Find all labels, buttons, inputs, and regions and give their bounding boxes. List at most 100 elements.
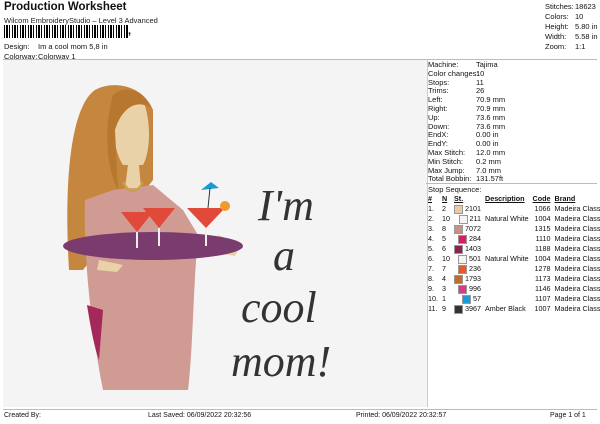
height-value: 5.80 in xyxy=(575,22,598,31)
color-swatch xyxy=(462,294,471,304)
color-swatch xyxy=(454,224,463,234)
stitch-count: 501 xyxy=(469,254,481,263)
stitch-count: 2101 xyxy=(465,204,481,213)
thread-brand: Madeira Classic 40 xyxy=(554,284,600,293)
stop-num: 11. xyxy=(428,304,438,313)
thread-description: Amber Black xyxy=(485,304,526,313)
col-description: Description xyxy=(485,194,525,203)
thread-code: 1110 xyxy=(535,234,551,243)
thread-code: 1188 xyxy=(535,244,551,253)
stop-num: 7. xyxy=(428,264,434,273)
col-num: # xyxy=(428,194,432,203)
needle-num: 7 xyxy=(442,264,446,273)
color-swatch xyxy=(458,254,467,264)
stitch-cell: 1403 xyxy=(452,244,483,254)
machine-info-label: Stops: xyxy=(428,77,450,87)
thread-description: Natural White xyxy=(485,214,529,223)
stop-num: 8. xyxy=(428,274,434,283)
machine-info-value: 12.0 mm xyxy=(476,148,506,157)
stop-num: 9. xyxy=(428,284,434,293)
stitch-cell: 236 xyxy=(452,264,483,274)
slogan-line-2: a xyxy=(273,231,295,280)
needle-num: 2 xyxy=(442,204,446,213)
thread-description xyxy=(483,244,531,254)
color-swatch xyxy=(454,244,463,254)
col-st: St. xyxy=(454,194,464,203)
machine-info-label: Right: xyxy=(428,104,448,113)
machine-info-label: Min Stitch: xyxy=(428,156,464,166)
machine-info-value: 26 xyxy=(476,86,485,96)
thread-code: 1173 xyxy=(535,274,551,283)
printed-date: Printed: 06/09/2022 20:32:57 xyxy=(356,412,447,419)
thread-description xyxy=(483,274,531,284)
stitch-count: 284 xyxy=(469,234,481,243)
stop-num: 4. xyxy=(428,234,434,243)
thread-brand: Madeira Classic 40 xyxy=(554,244,600,253)
machine-info-value: 11 xyxy=(476,77,484,87)
stitch-cell: 996 xyxy=(452,284,483,294)
machine-info-value: 10 xyxy=(476,68,485,78)
table-row: 10. 1 57 1107Madeira Classic 40 xyxy=(426,294,600,304)
thread-code: 1315 xyxy=(534,224,551,233)
table-row: 2. 10 211 Natural White 1004Madeira Classic … xyxy=(426,214,600,224)
col-code: Code xyxy=(532,194,551,203)
stop-num: 6. xyxy=(428,254,434,263)
stitch-cell: 7072 xyxy=(452,224,483,234)
col-n: N xyxy=(442,194,448,203)
stitch-count: 211 xyxy=(469,214,481,223)
thread-brand: Madeira Classic 40 xyxy=(554,234,600,243)
needle-num: 3 xyxy=(442,284,446,293)
color-swatch xyxy=(458,214,468,224)
thread-brand: Madeira Classic 40 xyxy=(554,214,600,223)
slogan-line-1: I'm xyxy=(257,181,314,230)
thread-brand: Madeira Classic 40 xyxy=(554,294,600,303)
table-row: 4. 5 284 1110Madeira Classic 40 xyxy=(426,234,600,244)
col-brand: Brand xyxy=(554,194,576,203)
footer-divider xyxy=(3,409,597,410)
stitch-cell: 3967 xyxy=(452,304,483,314)
machine-info-value: 7.0 mm xyxy=(476,165,502,175)
thread-code: 1146 xyxy=(535,284,551,293)
stitch-count: 236 xyxy=(469,264,481,273)
machine-info-value: 73.6 mm xyxy=(476,121,506,131)
stitch-count: 1403 xyxy=(465,244,481,253)
needle-num: 5 xyxy=(442,234,446,243)
stitch-count: 57 xyxy=(473,294,481,303)
machine-info-label: Up: xyxy=(428,112,440,122)
thread-brand: Madeira Classic 40 xyxy=(554,204,600,213)
stitch-cell: 1793 xyxy=(452,274,483,284)
width-label: Width: xyxy=(545,32,567,41)
table-row: 3. 8 7072 1315Madeira Classic 40 xyxy=(426,224,600,234)
machine-info-value: 73.6 mm xyxy=(476,112,506,122)
table-row: 8. 4 1793 1173Madeira Classic 40 xyxy=(426,274,600,284)
needle-num: 6 xyxy=(442,244,446,253)
stop-sequence-table: # N St. Description Code Brand 1. 2 2101 10… xyxy=(426,194,600,314)
stitch-count: 3967 xyxy=(465,304,481,313)
needle-num: 4 xyxy=(442,274,446,283)
stop-num: 3. xyxy=(428,224,434,233)
thread-code: 1066 xyxy=(534,204,551,213)
machine-info-value: 0.2 mm xyxy=(476,156,502,166)
color-swatch xyxy=(458,264,467,274)
stitch-count: 996 xyxy=(469,284,481,293)
thread-brand: Madeira Classic 40 xyxy=(554,274,600,283)
table-row: 11. 9 3967 Amber Black 1007Madeira Classic 4… xyxy=(426,304,600,314)
stitch-cell: 211 xyxy=(452,214,483,224)
colors-value: 10 xyxy=(575,12,584,21)
thread-brand: Madeira Classic 40 xyxy=(554,224,600,233)
machine-info-label: EndX: xyxy=(428,130,449,140)
machine-info-value: Tajima xyxy=(476,60,498,69)
needle-num: 8 xyxy=(442,224,446,233)
machine-info-value: 70.9 mm xyxy=(476,95,506,105)
design-label: Design: xyxy=(4,42,30,51)
height-label: Height: xyxy=(545,22,569,31)
machine-info-value: 0.00 in xyxy=(476,130,499,140)
machine-info-value: 0.00 in xyxy=(476,139,499,149)
barcode-comma: , xyxy=(128,25,132,37)
color-swatch xyxy=(454,304,463,314)
stop-num: 10. xyxy=(428,294,438,303)
barcode xyxy=(4,25,128,38)
machine-info-label: Trims: xyxy=(428,86,449,96)
stop-num: 5. xyxy=(428,244,434,253)
machine-info-label: Down: xyxy=(428,121,450,131)
